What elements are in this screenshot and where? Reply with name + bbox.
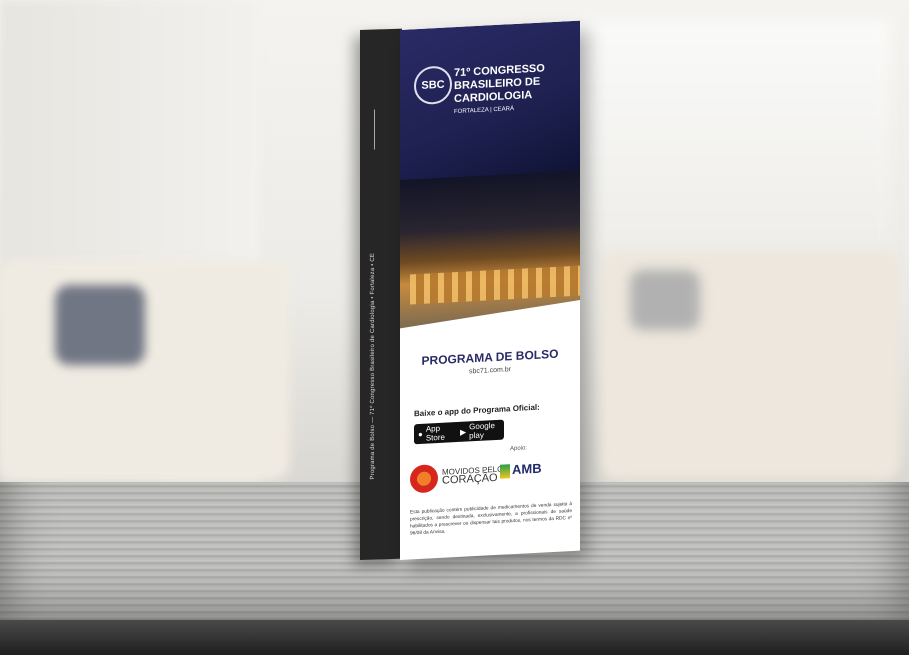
- table-edge: [0, 620, 909, 655]
- amb-mark-icon: [500, 463, 510, 479]
- sofa-pillow-right: [630, 270, 700, 330]
- cover-disclaimer: Esta publicação contém publicidade de me…: [410, 501, 572, 537]
- spine-logo: [374, 109, 387, 150]
- apple-icon: ●: [418, 429, 423, 439]
- movidos-line2: CORAÇÃO: [442, 471, 498, 487]
- sofa-pillow: [55, 285, 145, 365]
- background-window: [560, 20, 890, 280]
- amb-logo: AMB: [500, 461, 542, 479]
- amb-label: AMB: [512, 460, 542, 478]
- support-label: Apoio:: [510, 445, 528, 453]
- app-store-badge: ● App Store: [414, 421, 460, 445]
- play-icon: ▶: [460, 427, 467, 437]
- google-play-label: Google play: [469, 421, 495, 441]
- left-sofa: [0, 260, 290, 480]
- congress-title: 71º Congresso Brasileiro de Cardiologia …: [454, 61, 574, 119]
- spine-text: Programa de Bolso — 71º Congresso Brasil…: [370, 252, 376, 480]
- movidos-logo-text: MOVIDOS PELO CORAÇÃO: [442, 465, 503, 487]
- photo-scene: Programa de Bolso — 71º Congresso Brasil…: [0, 0, 909, 655]
- movidos-heart-icon: [410, 464, 438, 494]
- app-download-label: Baixe o app do Programa Oficial:: [414, 402, 540, 419]
- congress-name: 71º Congresso Brasileiro de Cardiologia: [454, 62, 545, 106]
- book-spine: Programa de Bolso — 71º Congresso Brasil…: [360, 28, 402, 560]
- google-play-badge: ▶ Google play: [456, 419, 504, 443]
- app-store-label: App Store: [425, 423, 445, 443]
- book-cover: SBC 71º Congresso Brasileiro de Cardiolo…: [400, 20, 580, 561]
